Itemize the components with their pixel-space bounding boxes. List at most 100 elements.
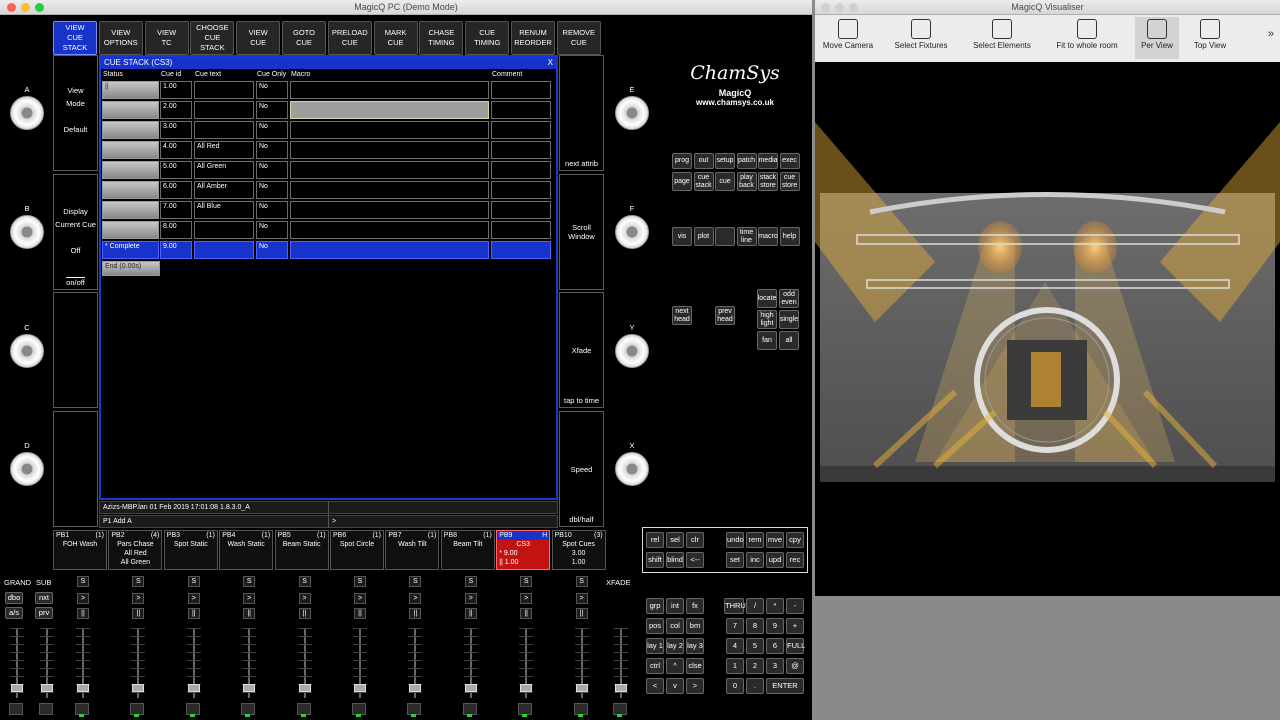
table-cell[interactable]: 1.00 (160, 81, 192, 99)
knob-b[interactable] (10, 215, 44, 249)
key-fan[interactable]: fan (757, 331, 777, 350)
go-button[interactable]: > (464, 593, 477, 604)
top-button-2[interactable]: VIEW TC (144, 21, 189, 55)
tool-top-view[interactable]: Top View (1185, 17, 1235, 59)
key-5[interactable]: 5 (746, 638, 764, 654)
end-cue-row[interactable]: End (0.00s) (102, 261, 160, 276)
key-fx[interactable]: fx (686, 598, 704, 614)
top-button-1[interactable]: VIEW OPTIONS (98, 21, 143, 55)
playback-10[interactable]: PB10 (3) Spot Cues 3.00 1.00 (551, 530, 606, 570)
key-col[interactable]: col (666, 618, 684, 634)
table-cell[interactable] (491, 241, 551, 259)
table-cell[interactable] (290, 81, 489, 99)
table-cell[interactable] (290, 241, 489, 259)
go-button[interactable]: > (132, 593, 145, 604)
key-next-head[interactable]: next head (672, 306, 692, 325)
table-cell[interactable]: 2.00 (160, 101, 192, 119)
table-cell[interactable] (194, 121, 254, 139)
fader-handle[interactable] (615, 684, 627, 692)
key-2[interactable]: 2 (746, 658, 764, 674)
table-cell[interactable] (194, 101, 254, 119)
table-cell[interactable] (102, 161, 159, 179)
key-4[interactable]: 4 (726, 638, 744, 654)
playback-9[interactable]: PB9 H CS3 * 9.00 || 1.00 (496, 530, 551, 570)
flash-button[interactable] (9, 703, 23, 715)
key-out[interactable]: out (693, 153, 714, 169)
key-time-line[interactable]: time line (736, 227, 757, 246)
fader-5[interactable] (242, 628, 257, 698)
table-cell[interactable] (290, 141, 489, 159)
table-cell[interactable] (491, 161, 551, 179)
table-cell[interactable] (290, 181, 489, 199)
top-button-3[interactable]: CHOOSE CUE STACK (190, 21, 235, 55)
key-0[interactable]: 0 (726, 678, 744, 694)
encoder-box-0[interactable]: View Mode Default (53, 55, 98, 171)
prv-button[interactable]: prv (35, 607, 53, 619)
s-button[interactable]: S (409, 576, 422, 587)
tool-fit-to-whole-room[interactable]: Fit to whole room (1047, 17, 1127, 59)
key-undo[interactable]: undo (726, 532, 744, 548)
nxt-button[interactable]: nxt (35, 592, 53, 604)
pause-button[interactable]: || (187, 608, 200, 619)
playback-1[interactable]: PB1 (1) FOH Wash (53, 530, 107, 570)
fader-handle[interactable] (187, 684, 200, 692)
key-setup[interactable]: setup (715, 153, 735, 169)
pause-button[interactable]: || (464, 608, 477, 619)
minimize-window-button[interactable] (21, 3, 30, 12)
key-pos[interactable]: pos (646, 618, 664, 634)
fader-handle[interactable] (243, 684, 256, 692)
fader-6[interactable] (297, 628, 312, 698)
top-button-4[interactable]: VIEW CUE (236, 21, 281, 55)
table-cell[interactable]: 4.00 (160, 141, 192, 159)
key-int[interactable]: int (666, 598, 684, 614)
table-cell[interactable]: No (256, 241, 288, 259)
go-button[interactable]: > (298, 593, 311, 604)
table-cell[interactable]: No (256, 121, 288, 139)
key-@[interactable]: @ (786, 658, 804, 674)
fader-handle[interactable] (77, 684, 89, 692)
go-button[interactable]: > (77, 593, 89, 604)
knob-x[interactable] (615, 452, 649, 486)
fader-3[interactable] (131, 628, 146, 698)
table-cell[interactable] (194, 221, 254, 239)
key-ENTER[interactable]: ENTER (766, 678, 804, 694)
key-+[interactable]: + (786, 618, 804, 634)
playback-5[interactable]: PB5 (1) Beam Static (274, 530, 329, 570)
top-button-10[interactable]: RENUM REORDER (511, 21, 555, 55)
top-button-8[interactable]: CHASE TIMING (419, 21, 464, 55)
key-grp[interactable]: grp (646, 598, 664, 614)
as-button[interactable]: a/s (5, 607, 23, 619)
table-cell[interactable] (491, 81, 551, 99)
fader-handle[interactable] (575, 684, 588, 692)
key-v[interactable]: v (666, 678, 684, 694)
key-shift[interactable]: shift (646, 552, 664, 568)
knob-d[interactable] (10, 452, 44, 486)
pause-button[interactable]: || (520, 608, 533, 619)
s-button[interactable]: S (354, 576, 366, 587)
right-encoder-box-2[interactable]: Xfade tap to time (559, 292, 604, 408)
table-cell[interactable] (491, 181, 551, 199)
tool-per-view[interactable]: Per View (1135, 17, 1179, 59)
key-^[interactable]: ^ (666, 658, 684, 674)
close-icon[interactable]: X (548, 57, 553, 69)
fader-9[interactable] (463, 628, 478, 698)
go-button[interactable]: > (243, 593, 256, 604)
table-cell[interactable] (491, 121, 551, 139)
key-THRU[interactable]: THRU (724, 598, 746, 614)
key-7[interactable]: 7 (726, 618, 744, 634)
key-/[interactable]: / (746, 598, 764, 614)
s-button[interactable]: S (77, 576, 89, 587)
fader-handle[interactable] (354, 684, 366, 692)
key-dot[interactable]: . (746, 678, 764, 694)
key-*[interactable]: * (766, 598, 784, 614)
table-cell[interactable]: No (256, 221, 288, 239)
key-help[interactable]: help (779, 227, 800, 246)
table-cell[interactable] (290, 161, 489, 179)
key-mve[interactable]: mve (766, 532, 784, 548)
table-cell[interactable]: No (256, 101, 288, 119)
knob-a[interactable] (10, 96, 44, 130)
table-cell[interactable]: No (256, 181, 288, 199)
go-button[interactable]: > (187, 593, 200, 604)
fader-10[interactable] (519, 628, 534, 698)
fader-handle[interactable] (11, 684, 23, 692)
